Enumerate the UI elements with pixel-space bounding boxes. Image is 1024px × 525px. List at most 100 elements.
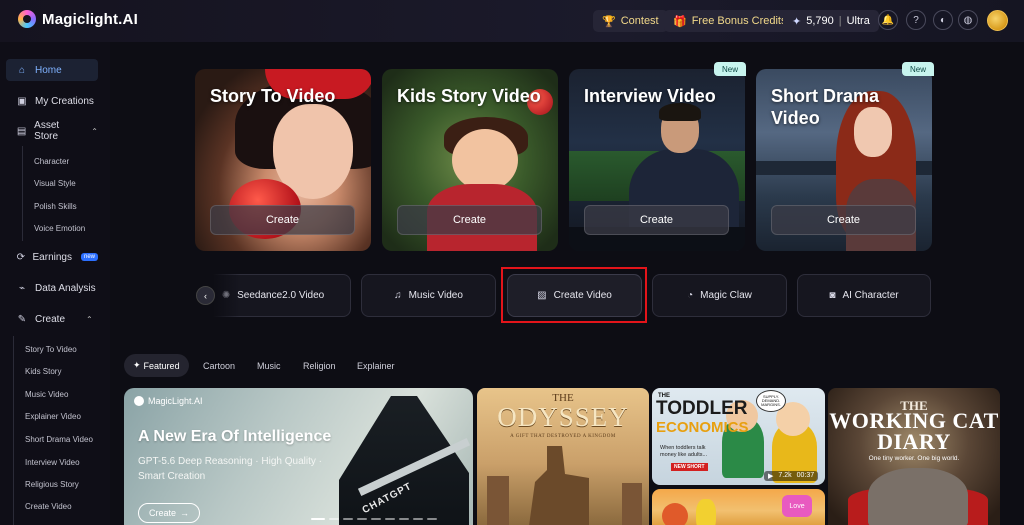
- new-badge: New: [902, 62, 935, 76]
- sidebar-subitem-short-drama-video[interactable]: Short Drama Video: [25, 435, 93, 444]
- fruit-artwork: [662, 503, 688, 525]
- sidebar-item-earnings[interactable]: ⟳ Earnings new: [6, 246, 98, 268]
- tab-cartoon[interactable]: Cartoon: [203, 354, 235, 377]
- view-count: 7.2k: [778, 472, 792, 479]
- tab-explainer[interactable]: Explainer: [357, 354, 395, 377]
- music-icon: ♫: [394, 290, 402, 301]
- sidebar-subitem-polish-skills[interactable]: Polish Skills: [34, 202, 77, 211]
- sidebar-item-home[interactable]: ⌂ Home: [6, 59, 98, 81]
- play-icon: ▶: [768, 473, 774, 480]
- featured-banner[interactable]: CHATGPT MagicLight.AI A New Era Of Intel…: [124, 388, 473, 525]
- thumbnail-title: ECONOMICS: [656, 419, 749, 436]
- new-badge: new: [80, 253, 98, 261]
- kids-story-video-card[interactable]: Kids Story Video Create: [382, 69, 558, 251]
- tool-label: Magic Claw: [700, 290, 752, 301]
- free-bonus-credits-button[interactable]: 🎁 Free Bonus Credits: [664, 10, 796, 32]
- user-avatar[interactable]: [987, 10, 1008, 31]
- tool-label: Seedance2.0 Video: [237, 290, 325, 301]
- sidebar-item-create[interactable]: ✎ Create ⌃: [6, 308, 98, 330]
- thumbnail-title: WORKING CAT DIARY: [829, 408, 999, 454]
- sidebar-subitem-create-video[interactable]: Create Video: [25, 502, 72, 511]
- sidebar-subitem-music-video[interactable]: Music Video: [25, 390, 68, 399]
- short-drama-video-card[interactable]: Short Drama Video Create: [756, 69, 932, 251]
- create-button[interactable]: Create: [771, 205, 916, 235]
- app-logo[interactable]: Magiclight.AI: [18, 10, 138, 28]
- banner-subline: GPT-5.6 Deep Reasoning · High Quality · …: [138, 456, 322, 482]
- tool-label: Music Video: [408, 290, 463, 301]
- folder-icon: ▣: [17, 95, 27, 107]
- sidebar-subitem-story-to-video[interactable]: Story To Video: [25, 345, 77, 354]
- thumbnail-caption: When toddlers talk money like adults...: [660, 445, 708, 458]
- sidebar-item-label: My Creations: [35, 95, 94, 107]
- trojan-horse-artwork: [529, 446, 589, 525]
- create-button[interactable]: Create: [210, 205, 355, 235]
- fruit-artwork: [696, 499, 716, 525]
- sparkle-icon: ✦: [133, 360, 141, 370]
- help-icon[interactable]: ?: [906, 10, 926, 30]
- chart-icon: ⌁: [18, 282, 26, 294]
- credits-balance-button[interactable]: ✦ 5,790 | Ultra: [783, 10, 879, 32]
- gift-icon: 🎁: [673, 15, 687, 28]
- discord-icon[interactable]: ◐: [933, 10, 953, 30]
- thumbnail-logo: Love: [782, 495, 812, 517]
- top-header: Magiclight.AI 🏆 Contest 🎁 Free Bonus Cre…: [0, 0, 1024, 42]
- banner-create-button[interactable]: Create →: [138, 503, 201, 523]
- sidebar-subitem-kids-story[interactable]: Kids Story: [25, 367, 61, 376]
- logo-icon: [18, 10, 36, 28]
- arrow-right-icon: →: [180, 508, 190, 518]
- chevron-up-icon: ⌃: [86, 314, 93, 324]
- cat-artwork: [868, 468, 968, 525]
- chevron-up-icon: ⌃: [91, 126, 98, 136]
- submenu-line: [13, 336, 14, 525]
- sidebar-subitem-religious-story[interactable]: Religious Story: [25, 480, 79, 489]
- claw-icon: ◔: [687, 290, 694, 301]
- contest-button[interactable]: 🏆 Contest: [593, 10, 668, 32]
- working-cat-diary-thumbnail[interactable]: THE WORKING CAT DIARY One tiny worker. O…: [828, 388, 1000, 525]
- duration: 00:37: [796, 472, 815, 479]
- sidebar: ⌂ Home ▣ My Creations ▤ Asset Store ⌃ Ch…: [0, 42, 110, 525]
- sidebar-subitem-voice-emotion[interactable]: Voice Emotion: [34, 224, 85, 233]
- sidebar-item-asset-store[interactable]: ▤ Asset Store ⌃: [6, 120, 98, 142]
- ship-artwork: [339, 396, 469, 525]
- selection-highlight: [501, 267, 647, 323]
- carousel-dots[interactable]: [311, 518, 437, 520]
- video-stats: ▶ 7.2k 00:37: [764, 471, 819, 481]
- music-video-button[interactable]: ♫ Music Video: [361, 274, 496, 317]
- story-to-video-card[interactable]: Story To Video Create: [195, 69, 371, 251]
- create-button[interactable]: Create: [584, 205, 729, 235]
- tab-music[interactable]: Music: [257, 354, 281, 377]
- speech-bubble: SUPPLY. DEMAND. MARGINS.: [756, 390, 786, 412]
- sidebar-item-data-analysis[interactable]: ⌁ Data Analysis: [6, 277, 98, 299]
- sidebar-item-my-creations[interactable]: ▣ My Creations: [6, 90, 98, 112]
- tab-religion[interactable]: Religion: [303, 354, 336, 377]
- sidebar-subitem-explainer-video[interactable]: Explainer Video: [25, 412, 81, 421]
- sidebar-subitem-character[interactable]: Character: [34, 157, 69, 166]
- character-icon: ◙: [829, 290, 836, 301]
- create-button[interactable]: Create: [397, 205, 542, 235]
- odyssey-thumbnail[interactable]: THE ODYSSEY A GIFT THAT DESTROYED A KING…: [477, 388, 649, 525]
- card-title: Interview Video: [584, 86, 716, 106]
- new-short-badge: NEW SHORT: [671, 463, 708, 471]
- toddler-economics-thumbnail[interactable]: THE TODDLER ECONOMICS When toddlers talk…: [652, 388, 825, 485]
- chevron-left-icon[interactable]: ‹: [196, 286, 215, 305]
- fruit-thumbnail[interactable]: Love: [652, 489, 825, 525]
- banner-cta-label: Create: [149, 508, 177, 518]
- sidebar-item-label: Asset Store: [34, 120, 60, 142]
- interview-video-card[interactable]: Interview Video Create: [569, 69, 745, 251]
- ai-character-button[interactable]: ◙ AI Character: [797, 274, 931, 317]
- bell-icon[interactable]: 🔔: [878, 10, 898, 30]
- sidebar-item-label: Create: [35, 313, 66, 325]
- magic-claw-button[interactable]: ◔ Magic Claw: [652, 274, 787, 317]
- tab-featured[interactable]: ✦ Featured: [124, 354, 189, 377]
- submenu-line: [22, 146, 23, 241]
- logo-text: Magiclight.AI: [42, 10, 138, 28]
- sparkle-icon: ✦: [792, 15, 802, 28]
- tool-label: AI Character: [842, 290, 899, 301]
- sidebar-item-label: Earnings: [32, 251, 72, 263]
- globe-icon[interactable]: ◍: [958, 10, 978, 30]
- card-title: Story To Video: [210, 86, 336, 106]
- credits-value: 5,790: [806, 15, 834, 27]
- sidebar-subitem-visual-style[interactable]: Visual Style: [34, 179, 76, 188]
- sidebar-subitem-interview-video[interactable]: Interview Video: [25, 458, 80, 467]
- sidebar-item-label: Home: [35, 64, 62, 76]
